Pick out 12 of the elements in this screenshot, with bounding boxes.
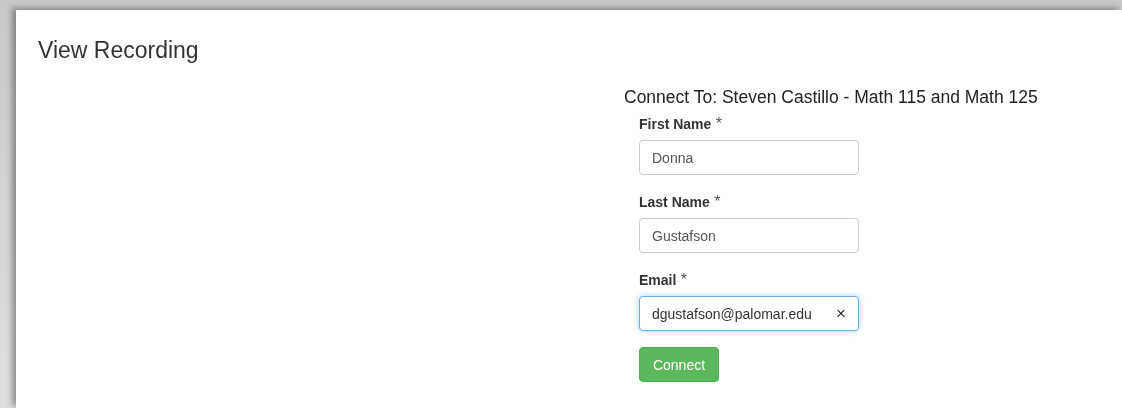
field-label: Email (639, 272, 677, 288)
input-field[interactable]: Gustafson (639, 218, 859, 253)
form-heading: Connect To: Steven Castillo - Math 115 and Math 125 (624, 87, 1038, 108)
field-label: Last Name (639, 194, 710, 210)
required-mark: * (715, 115, 723, 132)
input-field[interactable]: dgustafson@palomar.edu × (639, 296, 859, 331)
field-label: First Name (639, 116, 712, 132)
page-title: View Recording (38, 37, 200, 64)
required-mark: * (680, 271, 688, 288)
required-mark: * (714, 193, 721, 210)
input-field[interactable]: Donna (639, 140, 859, 175)
clear-button[interactable]: × (836, 303, 846, 324)
